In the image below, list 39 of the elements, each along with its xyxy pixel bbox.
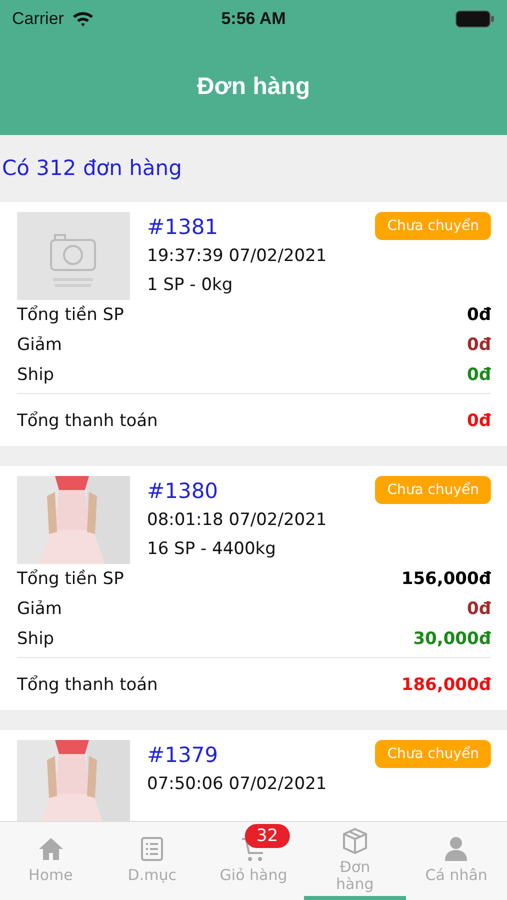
tab-item[interactable]: Home — [0, 822, 102, 900]
order-count: Có 312 đơn hàng — [2, 156, 182, 180]
line-label: Tổng tiền SP — [17, 304, 124, 327]
screen-title: Đơn hàng — [196, 72, 310, 100]
status-button[interactable]: Chưa chuyển — [375, 212, 491, 240]
tab-item[interactable]: D.mục — [101, 822, 203, 900]
status-button[interactable]: Chưa chuyển — [375, 740, 491, 768]
order-time: 07:50:06 07/02/2021 — [147, 773, 328, 796]
tab-item[interactable]: Đơn hàng — [304, 822, 406, 900]
amount: 0đ — [467, 334, 491, 357]
tab-item[interactable]: Cá nhân — [406, 822, 507, 900]
amount: 0đ — [467, 364, 491, 387]
order-number: #1379 — [147, 742, 218, 769]
item-summary: 16 SP - 4400kg — [147, 538, 277, 561]
order-time: 19:37:39 07/02/2021 — [147, 245, 328, 268]
clock: 5:56 AM — [221, 9, 286, 29]
line-label: Giảm — [17, 598, 62, 621]
order-number: #1380 — [147, 478, 218, 505]
battery-icon — [455, 10, 495, 28]
amount: 0đ — [467, 410, 491, 433]
order-time: 08:01:18 07/02/2021 — [147, 509, 328, 532]
item-summary: 1 SP - 0kg — [147, 274, 234, 297]
amount: 186,000đ — [401, 674, 491, 697]
order-number: #1381 — [147, 214, 218, 241]
wifi-icon — [72, 11, 94, 27]
line-label: Ship — [17, 364, 54, 387]
status-button[interactable]: Chưa chuyển — [375, 476, 491, 504]
amount: 30,000đ — [413, 628, 491, 651]
line-label: Ship — [17, 628, 54, 651]
amount: 0đ — [467, 304, 491, 327]
total-label: Tổng thanh toán — [17, 410, 158, 433]
amount: 0đ — [467, 598, 491, 621]
total-label: Tổng thanh toán — [17, 674, 158, 697]
line-label: Giảm — [17, 334, 62, 357]
amount: 156,000đ — [401, 568, 491, 591]
line-label: Tổng tiền SP — [17, 568, 124, 591]
carrier-label: Carrier — [12, 9, 64, 29]
tab-item[interactable]: Giỏ hàng 32 — [202, 822, 304, 900]
count-badge: 32 — [244, 824, 290, 848]
